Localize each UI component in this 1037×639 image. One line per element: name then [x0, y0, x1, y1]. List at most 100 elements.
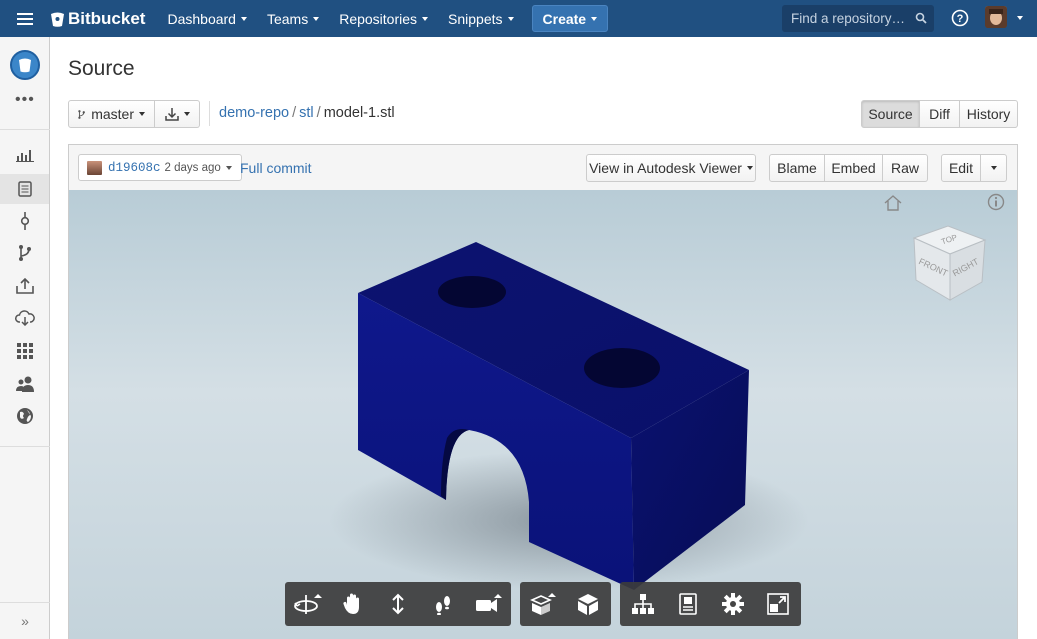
blame-button[interactable]: Blame	[769, 154, 825, 182]
logo-text: Bitbucket	[68, 8, 146, 28]
bucket-icon	[51, 12, 64, 27]
caret-down-icon	[139, 112, 145, 116]
sidebar-divider	[0, 446, 50, 447]
more-dots-icon[interactable]: •••	[15, 92, 35, 108]
create-label: Create	[542, 10, 587, 27]
zoom-icon	[392, 593, 404, 615]
commits-icon[interactable]	[15, 211, 35, 231]
settings-icon	[722, 593, 745, 615]
avatar-caret-icon[interactable]	[1017, 16, 1023, 20]
viewcube-icon[interactable]: TOP FRONT RIGHT	[912, 224, 988, 304]
sidebar: ••• »	[0, 37, 50, 639]
bitbucket-logo[interactable]: Bitbucket	[50, 9, 145, 29]
camera-icon	[476, 594, 503, 612]
properties-tool[interactable]	[670, 586, 706, 622]
branch-icon	[78, 109, 85, 119]
properties-icon	[679, 593, 697, 615]
view-in-autodesk-viewer-button[interactable]: View in Autodesk Viewer	[586, 154, 756, 182]
nav-repositories[interactable]: Repositories	[339, 10, 429, 27]
edit-button[interactable]: Edit	[941, 154, 981, 182]
raw-button[interactable]: Raw	[883, 154, 928, 182]
3d-model-viewer[interactable]	[69, 190, 1017, 639]
fullscreen-icon	[767, 593, 790, 615]
explode-tool[interactable]	[525, 586, 561, 622]
first-person-tool[interactable]	[425, 586, 461, 622]
full-commit-link[interactable]: Full commit	[240, 160, 312, 176]
nav-teams[interactable]: Teams	[266, 10, 320, 27]
caret-down-icon	[507, 16, 514, 21]
nav-dashboard[interactable]: Dashboard	[167, 11, 247, 27]
breadcrumb-separator: /	[316, 105, 321, 121]
home-view-icon[interactable]	[883, 194, 903, 212]
page-title: Source	[68, 57, 135, 80]
commit-selector[interactable]: d19608c 2 days ago	[78, 154, 242, 181]
branches-icon[interactable]	[15, 243, 35, 263]
sidebar-divider	[0, 129, 50, 130]
menu-icon[interactable]	[0, 0, 50, 37]
branch-name: master	[91, 106, 134, 122]
viewer-model-toolbar	[520, 582, 611, 626]
source-icon[interactable]	[0, 174, 49, 204]
caret-down-icon	[183, 112, 190, 116]
sidebar-expand-button[interactable]: »	[0, 602, 50, 639]
search-placeholder: Find a repository…	[791, 11, 906, 26]
edit-options-button[interactable]	[981, 154, 1007, 182]
pan-tool[interactable]	[335, 586, 371, 622]
pull-requests-icon[interactable]	[15, 276, 35, 296]
repo-avatar-icon[interactable]	[10, 50, 40, 80]
orbit-tool[interactable]	[290, 586, 326, 622]
author-avatar	[87, 160, 102, 175]
settings-tool[interactable]	[715, 586, 751, 622]
breadcrumb-dir-link[interactable]: stl	[299, 105, 314, 121]
download-button[interactable]	[155, 100, 200, 128]
svg-text:?: ?	[957, 13, 964, 25]
nav-snippets[interactable]: Snippets	[448, 10, 514, 27]
info-icon[interactable]	[987, 193, 1005, 211]
breadcrumb-repo-link[interactable]: demo-repo	[219, 105, 289, 121]
caret-down-icon	[225, 165, 232, 170]
download-icon	[164, 108, 179, 121]
nav-label: Snippets	[448, 10, 503, 27]
repository-search-input[interactable]: Find a repository…	[782, 5, 934, 32]
users-icon[interactable]	[15, 374, 35, 394]
globe-icon[interactable]	[15, 406, 35, 426]
embed-button[interactable]: Embed	[825, 154, 883, 182]
tab-diff[interactable]: Diff	[920, 100, 960, 128]
section-icon	[578, 594, 599, 615]
model-browser-tool[interactable]	[625, 586, 661, 622]
section-tool[interactable]	[570, 586, 606, 622]
viewer-extensions-toolbar	[620, 582, 801, 626]
camera-tool[interactable]	[470, 586, 506, 622]
first-person-icon	[436, 596, 451, 615]
downloads-icon[interactable]	[15, 308, 35, 328]
tab-source[interactable]: Source	[861, 100, 920, 128]
create-button[interactable]: Create	[531, 5, 609, 32]
help-icon[interactable]: ?	[951, 9, 969, 27]
edit-group: Edit	[941, 154, 1007, 182]
branch-selector[interactable]: master	[68, 100, 155, 128]
explode-icon	[529, 593, 556, 615]
tab-history[interactable]: History	[960, 100, 1018, 128]
search-icon	[915, 12, 927, 24]
zoom-tool[interactable]	[380, 586, 416, 622]
caret-down-icon	[990, 166, 997, 170]
overview-icon[interactable]	[15, 145, 35, 165]
breadcrumb-file: model-1.stl	[323, 105, 395, 121]
pan-icon	[343, 593, 359, 614]
user-avatar[interactable]	[985, 6, 1007, 28]
apps-icon[interactable]	[15, 341, 35, 361]
avatar-face-icon	[985, 6, 1007, 28]
expand-label: »	[21, 613, 29, 629]
nav-label: Dashboard	[167, 10, 236, 27]
view-tabs: Source Diff History	[861, 100, 1018, 128]
nav-label: Repositories	[339, 10, 418, 27]
nav-label: Teams	[266, 10, 309, 27]
fullscreen-tool[interactable]	[760, 586, 796, 622]
caret-down-icon	[313, 16, 320, 21]
orbit-icon	[293, 594, 322, 614]
caret-down-icon	[591, 16, 598, 21]
caret-down-icon	[422, 16, 429, 21]
model-browser-icon	[631, 594, 654, 614]
stl-model-render	[329, 242, 809, 590]
viewer-navigation-toolbar	[285, 582, 511, 626]
